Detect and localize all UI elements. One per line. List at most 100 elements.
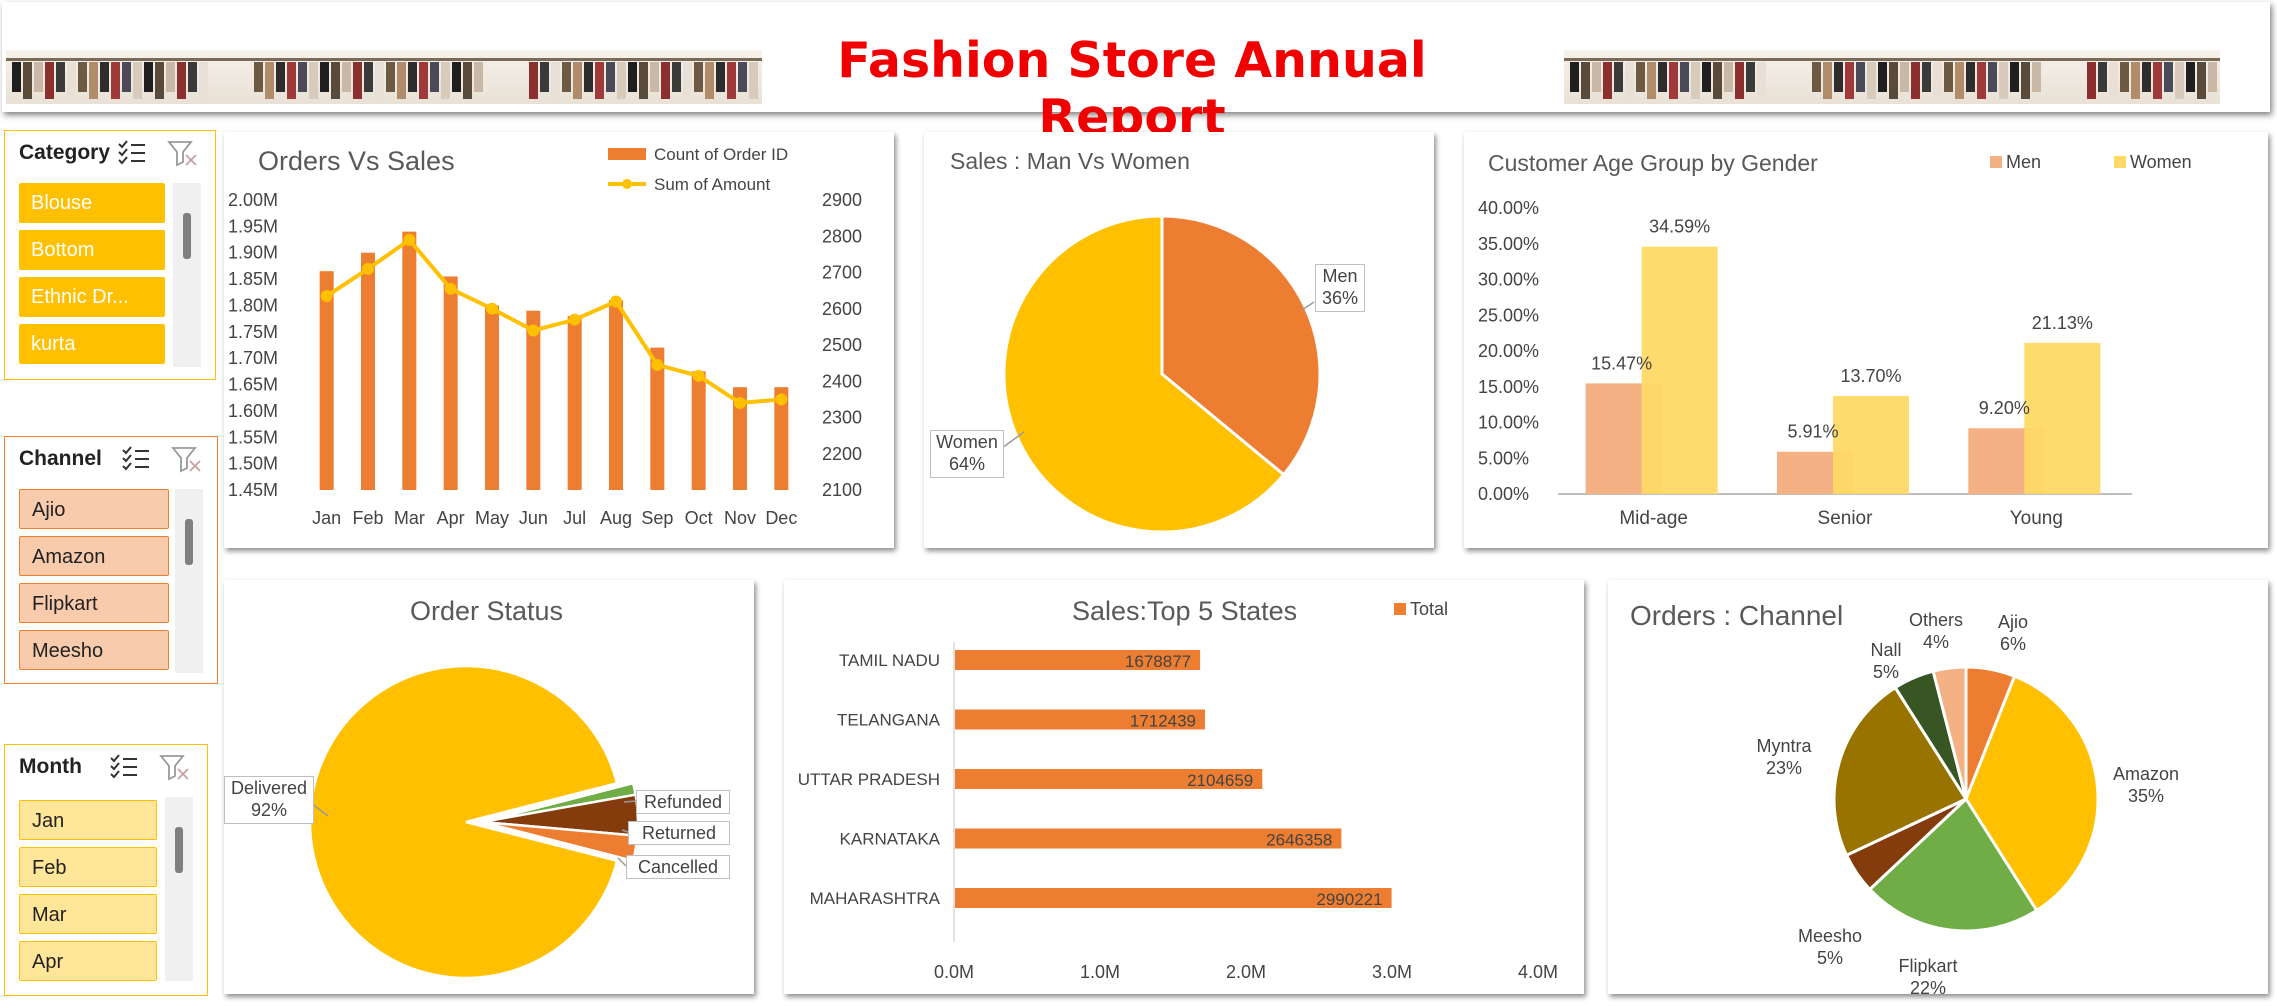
month-scroll-thumb[interactable] [175, 827, 183, 873]
garment [298, 62, 307, 92]
legend-bar-label: Count of Order ID [654, 145, 788, 164]
garment [617, 62, 626, 99]
sales-amount-point [568, 313, 581, 326]
channel-pct-label: 35% [2128, 786, 2164, 806]
slicer-item-bottom[interactable]: Bottom [19, 230, 165, 270]
clear-filter-icon[interactable] [159, 753, 191, 781]
garment [1977, 62, 1986, 99]
clear-filter-icon[interactable] [167, 139, 199, 167]
garment [562, 62, 571, 92]
x-axis-tick: Jun [519, 508, 548, 528]
garment [2120, 62, 2129, 92]
slicer-item-ethnic-dress[interactable]: Ethnic Dr... [19, 277, 165, 317]
garment [2087, 62, 2096, 99]
y-axis-tick: 10.00% [1478, 413, 1539, 433]
channel-name-label: Meesho [1798, 926, 1862, 946]
garment [45, 62, 54, 99]
garment [1757, 62, 1766, 99]
slicer-item-kurta[interactable]: kurta [19, 324, 165, 364]
channel-name-label: Ajio [1998, 612, 2028, 632]
channel-scroll-thumb[interactable] [185, 519, 193, 565]
state-value-label: 2104659 [1187, 771, 1253, 790]
garment [716, 62, 725, 92]
category-scroll-thumb[interactable] [183, 213, 191, 259]
orders-vs-sales-panel: Orders Vs Sales Count of Order ID Sum of… [224, 132, 894, 548]
y-axis-tick: 25.00% [1478, 305, 1539, 325]
garment [1966, 62, 1975, 92]
slicer-item-meesho[interactable]: Meesho [19, 630, 169, 670]
garment [111, 62, 120, 99]
garment [2164, 62, 2173, 92]
legend-line-marker [622, 179, 632, 189]
slicer-item-jan[interactable]: Jan [19, 800, 157, 840]
garment [2186, 62, 2195, 92]
slicer-item-ajio[interactable]: Ajio [19, 489, 169, 529]
gender-pie-chart [1001, 214, 1322, 534]
right-axis-tick: 2400 [822, 371, 862, 391]
men-data-label: 15.47% [1591, 353, 1652, 373]
left-axis-tick: 1.70M [228, 348, 278, 368]
slicer-item-feb[interactable]: Feb [19, 847, 157, 887]
month-scrollbar[interactable] [165, 797, 193, 981]
garment [1570, 62, 1579, 92]
men-data-label: 5.91% [1787, 422, 1838, 442]
order-count-bar [402, 231, 417, 490]
women-bar [2024, 342, 2101, 494]
channel-name-label: Myntra [1756, 736, 1812, 756]
sales-amount-point [775, 393, 788, 406]
garment [408, 62, 417, 92]
garment [254, 62, 263, 92]
slicer-item-amazon[interactable]: Amazon [19, 536, 169, 576]
garment [738, 62, 747, 92]
multi-select-icon[interactable] [109, 753, 139, 779]
garment [1922, 62, 1931, 92]
state-label: UTTAR PRADESH [798, 770, 940, 789]
garment [122, 62, 131, 92]
garment [1625, 62, 1634, 99]
left-axis-tick: 1.80M [228, 295, 278, 315]
garment [1878, 62, 1887, 92]
channel-slicer: Channel Ajio Amazon Flipkart Meesho [4, 436, 218, 684]
slicer-item-mar[interactable]: Mar [19, 894, 157, 934]
garment [2175, 62, 2184, 99]
category-scrollbar[interactable] [173, 183, 201, 367]
garment [1713, 62, 1722, 99]
garment [1856, 62, 1865, 92]
right-axis-tick: 2200 [822, 444, 862, 464]
channel-scrollbar[interactable] [175, 489, 203, 673]
women-label: Women [936, 432, 998, 452]
slicer-item-blouse[interactable]: Blouse [19, 183, 165, 223]
multi-select-icon[interactable] [117, 139, 147, 165]
multi-select-icon[interactable] [121, 445, 151, 471]
x-axis-tick: Mid-age [1619, 508, 1688, 529]
garment [452, 62, 461, 92]
garment [364, 62, 373, 92]
order-count-bar [443, 276, 458, 490]
garment [320, 62, 329, 92]
slicer-item-flipkart[interactable]: Flipkart [19, 583, 169, 623]
garment [2131, 62, 2140, 99]
slicer-item-apr[interactable]: Apr [19, 941, 157, 981]
order-count-bar [485, 305, 499, 490]
garment [2098, 62, 2107, 92]
garment [2208, 62, 2217, 92]
channel-pct-label: 22% [1910, 978, 1946, 994]
garment [463, 62, 472, 99]
state-label: TAMIL NADU [839, 651, 940, 670]
left-axis-tick: 1.55M [228, 427, 278, 447]
orders-vs-sales-chart: Count of Order ID Sum of Amount 2.00M 1.9… [228, 145, 862, 528]
garment [1999, 62, 2008, 99]
garment [1900, 62, 1909, 92]
x-axis-tick: Jan [312, 508, 341, 528]
channel-pct-label: 5% [1817, 948, 1843, 968]
garment [749, 62, 758, 99]
x-axis-tick: Oct [685, 508, 713, 528]
y-axis-tick: 5.00% [1478, 448, 1529, 468]
garment [1812, 62, 1821, 92]
garment [1955, 62, 1964, 99]
channel-name-label: Flipkart [1898, 956, 1957, 976]
x-axis-tick: 4.0M [1518, 962, 1558, 982]
legend-bar-swatch [608, 148, 646, 160]
clear-filter-icon[interactable] [171, 445, 203, 473]
y-axis-tick: 0.00% [1478, 484, 1529, 504]
